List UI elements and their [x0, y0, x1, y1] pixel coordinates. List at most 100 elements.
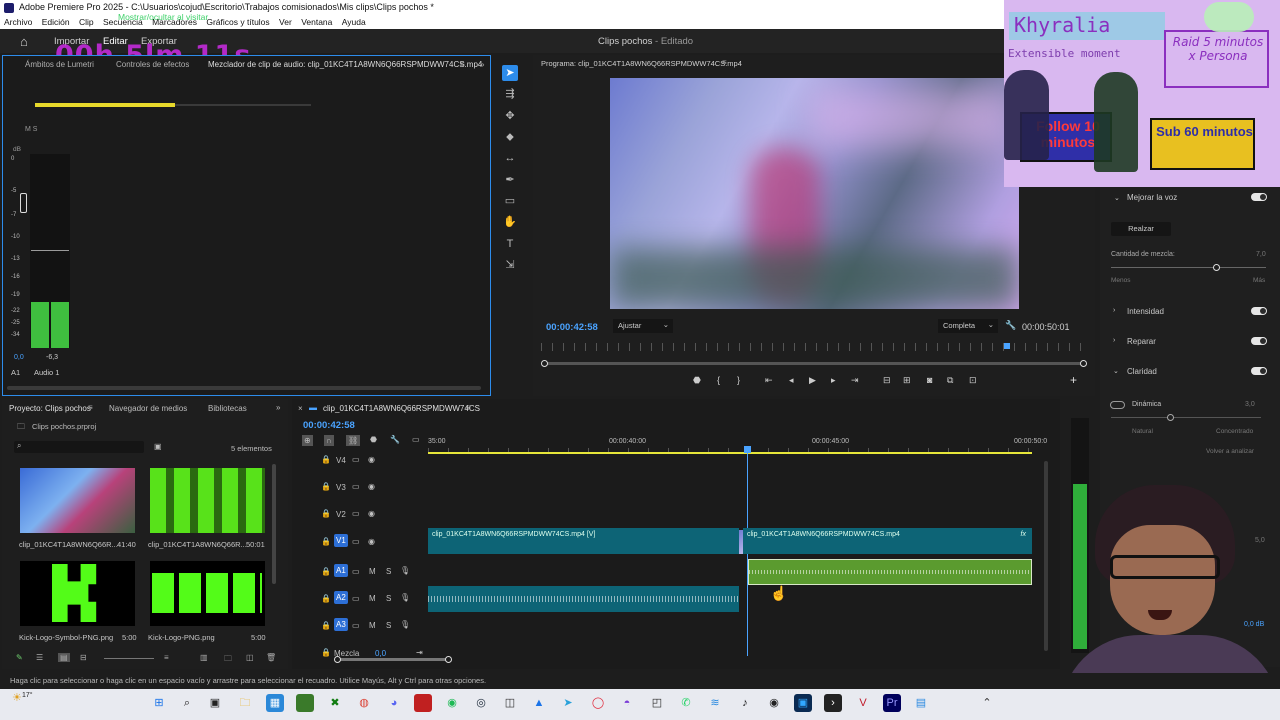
drive-icon[interactable]: ▲	[530, 694, 548, 712]
lock-icon[interactable]: 🔒	[321, 455, 331, 464]
menu-item-graficos[interactable]: Gráficos y títulos	[206, 15, 269, 29]
tab-project[interactable]: Proyecto: Clips pochos	[9, 404, 91, 413]
wifi-app-icon[interactable]: ≋	[706, 694, 724, 712]
generative-extend-icon[interactable]: ⇲	[502, 257, 518, 273]
whatsapp-icon[interactable]: ✆	[677, 694, 695, 712]
lock-icon[interactable]: 🔒	[321, 621, 331, 630]
project-scrollbar[interactable]	[272, 464, 276, 584]
go-to-in-icon[interactable]: ⇤	[765, 375, 773, 386]
menu-item-ventana[interactable]: Ventana	[301, 15, 332, 29]
export-frame-icon[interactable]: ◙	[927, 375, 932, 385]
tab-effect-controls[interactable]: Controles de efectos	[116, 60, 189, 69]
mark-in-icon[interactable]: {	[717, 375, 720, 385]
program-zoom-bar[interactable]	[542, 362, 1086, 365]
ripple-edit-tool-icon[interactable]: ✥	[502, 108, 518, 124]
solo-button[interactable]: S	[386, 567, 391, 576]
mix-value[interactable]: 0,0	[375, 649, 386, 658]
tab-lumetri-scopes[interactable]: Ámbitos de Lumetri	[25, 60, 94, 69]
dynamics-toggle[interactable]	[1110, 401, 1125, 409]
menu-item-ayuda[interactable]: Ayuda	[342, 15, 366, 29]
hscroll-handle-left[interactable]	[334, 656, 341, 663]
volume-value[interactable]: 0,0	[14, 354, 24, 361]
mic-icon[interactable]: 🎙	[400, 566, 410, 575]
mixer-scrollbar[interactable]	[7, 386, 481, 390]
tab-media-browser[interactable]: Navegador de medios	[109, 404, 187, 413]
quality-dropdown[interactable]: Completa ⌄	[938, 319, 998, 333]
repair-toggle[interactable]	[1251, 337, 1267, 345]
trash-icon[interactable]: 🗑	[266, 653, 276, 662]
start-icon[interactable]: ⊞	[150, 694, 168, 712]
app-icon[interactable]: ◓	[618, 694, 636, 712]
linked-selection-icon[interactable]: ⛓	[346, 435, 361, 446]
film-sync-icon[interactable]: ▭	[352, 509, 360, 518]
wrench-icon[interactable]: 🔧	[1005, 320, 1016, 331]
new-bin-icon[interactable]: ▣	[154, 442, 162, 451]
program-timecode[interactable]: 00:00:42:58	[546, 322, 598, 333]
lift-icon[interactable]: ⊟	[883, 375, 891, 386]
freeform-view-icon[interactable]: ⊟	[80, 653, 87, 662]
project-thumb-kick-symbol[interactable]	[20, 561, 135, 626]
program-title[interactable]: Programa: clip_01KC4T1A8WN6Q66RSPMDWW74C…	[541, 59, 742, 68]
eye-icon[interactable]: ◉	[368, 482, 375, 491]
chrome-icon[interactable]: ◍	[355, 694, 373, 712]
task-view-icon[interactable]: ▣	[206, 694, 224, 712]
pencil-icon[interactable]: ✎	[16, 653, 23, 662]
photoshop-icon[interactable]: ▣	[794, 694, 812, 712]
expand-icon[interactable]: ›	[1113, 307, 1115, 314]
menu-item-archivo[interactable]: Archivo	[4, 15, 32, 29]
file-explorer-icon[interactable]: 🗀	[236, 694, 254, 712]
selection-tool-icon[interactable]: ➤	[502, 65, 518, 81]
add-marker-icon[interactable]: ⬣	[693, 375, 701, 386]
pen-tool-icon[interactable]: ✒	[502, 172, 518, 188]
ms-buttons[interactable]: M S	[25, 126, 37, 133]
captions-icon[interactable]: ▭	[412, 435, 420, 444]
tray-up-icon[interactable]: ⌃	[978, 694, 996, 712]
timeline-timecode[interactable]: 00:00:42:58	[303, 420, 355, 431]
chevron-right-icon[interactable]: »	[276, 403, 280, 412]
hand-tool-icon[interactable]: ✋	[502, 214, 518, 230]
insert-nest-icon[interactable]: ⊕	[302, 435, 313, 446]
zoom-slider[interactable]	[104, 658, 154, 659]
solo-button[interactable]: S	[386, 621, 391, 630]
menu-item-clip[interactable]: Clip	[79, 15, 94, 29]
mute-button[interactable]: M	[369, 621, 376, 630]
mix-amount-handle[interactable]	[1213, 264, 1220, 271]
timeline-vscroll[interactable]	[1044, 461, 1048, 651]
track-a2-label[interactable]: A2	[334, 591, 348, 604]
track-select-tool-icon[interactable]: ⇶	[502, 86, 518, 102]
mix-amount-slider[interactable]	[1111, 267, 1266, 268]
minecraft-icon[interactable]	[296, 694, 314, 712]
film-sync-icon[interactable]: ▭	[352, 621, 360, 630]
track-a1-label[interactable]: A1	[334, 564, 348, 577]
icon-view-icon[interactable]: ▤	[58, 653, 70, 662]
dynamics-slider[interactable]	[1111, 417, 1261, 418]
clip-v1-b[interactable]: clip_01KC4T1A8WN6Q66RSPMDWW74CS.mp4 fx	[743, 528, 1032, 554]
project-search[interactable]: ⌕	[14, 441, 144, 453]
project-menu-icon[interactable]: ≡	[88, 403, 93, 412]
lock-icon[interactable]: 🔒	[321, 567, 331, 576]
opera-icon[interactable]: ◯	[589, 694, 607, 712]
discord-icon[interactable]: ◕	[385, 694, 403, 712]
mic-icon[interactable]: 🎙	[400, 593, 410, 602]
step-back-icon[interactable]: ◂	[789, 375, 794, 386]
fit-dropdown[interactable]: Ajustar ⌄	[613, 319, 673, 333]
new-item-icon[interactable]: ◫	[246, 653, 254, 662]
clip-a2[interactable]	[428, 586, 739, 612]
timeline-hscroll[interactable]	[337, 658, 449, 661]
tab-audio-clip-mixer[interactable]: Mezclador de clip de audio: clip_01KC4T1…	[208, 60, 482, 69]
find-icon[interactable]: 🗀	[224, 653, 232, 667]
zoom-handle-right[interactable]	[1080, 360, 1087, 367]
compare-view-icon[interactable]: ⧉	[947, 375, 953, 386]
spotify-icon[interactable]: ◉	[443, 694, 461, 712]
eye-icon[interactable]: ◉	[368, 455, 375, 464]
enhance-button[interactable]: Realzar	[1111, 222, 1171, 236]
clip-v1-a[interactable]: clip_01KC4T1A8WN6Q66RSPMDWW74CS.mp4 [V]	[428, 528, 739, 554]
dynamics-handle[interactable]	[1167, 414, 1174, 421]
dynamics-value[interactable]: 3,0	[1245, 401, 1255, 408]
film-sync-icon[interactable]: ▭	[352, 537, 360, 546]
obs-icon[interactable]: ◉	[765, 694, 783, 712]
automate-icon[interactable]: ▥	[200, 653, 208, 662]
eye-icon[interactable]: ◉	[368, 537, 375, 546]
film-sync-icon[interactable]: ▭	[352, 567, 360, 576]
clip-a1[interactable]	[748, 559, 1032, 585]
